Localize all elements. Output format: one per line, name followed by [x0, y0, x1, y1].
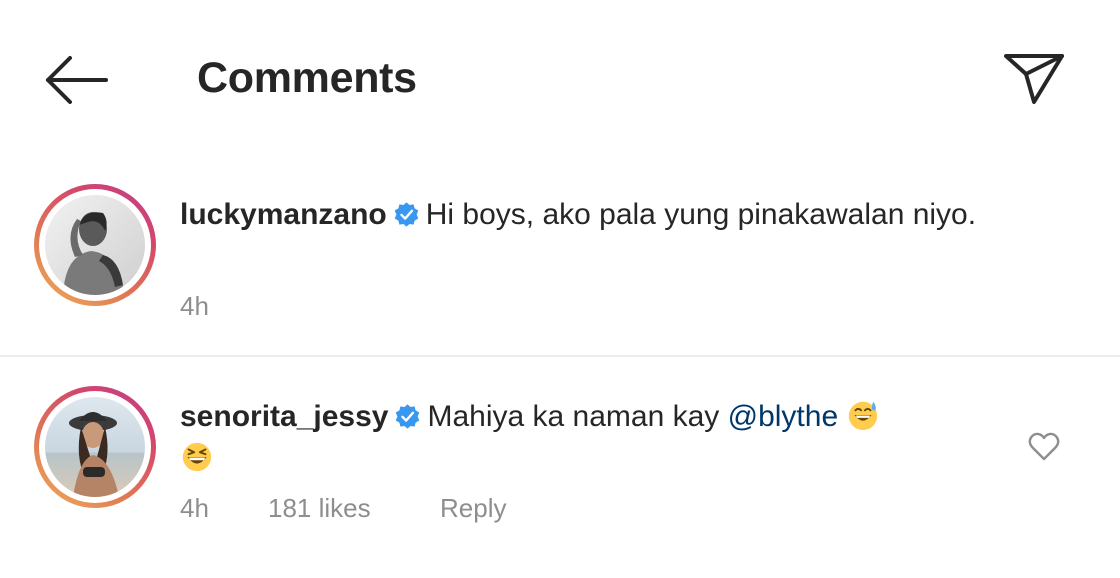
comment-timestamp: 4h — [180, 493, 209, 523]
comment-body: luckymanzano Hi boys, ako pala yung pina… — [180, 194, 1010, 236]
avatar-image — [45, 195, 145, 295]
comment-timestamp: 4h — [180, 291, 209, 321]
avatar-story-ring[interactable] — [34, 386, 156, 508]
grinning-squint-emoji-icon — [182, 442, 212, 472]
page-title: Comments — [197, 54, 417, 102]
avatar-story-ring[interactable] — [34, 184, 156, 306]
comment-body: senorita_jessy Mahiya ka naman kay @blyt… — [180, 396, 1010, 480]
comment-item: senorita_jessy Mahiya ka naman kay @blyt… — [0, 380, 1120, 578]
comment-meta: 4h — [180, 290, 209, 322]
mention-link[interactable]: @blythe — [728, 400, 839, 433]
comment-likes-count[interactable]: 181 likes — [268, 492, 371, 524]
like-button[interactable] — [1026, 428, 1062, 464]
verified-badge-icon — [394, 202, 419, 227]
comments-header: Comments — [0, 0, 1120, 160]
comment-username[interactable]: luckymanzano — [180, 198, 387, 231]
share-button[interactable] — [996, 44, 1068, 108]
grinning-sweat-emoji-icon — [849, 401, 878, 431]
divider — [0, 355, 1120, 357]
comment-meta: 4h 181 likes Reply — [180, 492, 506, 524]
comment-text: Mahiya ka naman kay — [427, 400, 728, 433]
paper-plane-icon — [1004, 54, 1064, 104]
arrow-left-icon — [46, 56, 108, 104]
reply-button[interactable]: Reply — [440, 492, 506, 524]
verified-badge-icon — [396, 404, 420, 429]
comment-text: Hi boys, ako pala yung pinakawalan niyo. — [425, 198, 977, 231]
avatar[interactable] — [45, 195, 145, 295]
heart-icon — [1028, 432, 1060, 461]
back-button[interactable] — [40, 48, 112, 112]
comment-username[interactable]: senorita_jessy — [180, 400, 388, 433]
avatar[interactable] — [45, 397, 145, 497]
avatar-image — [45, 397, 145, 497]
comment-item: luckymanzano Hi boys, ako pala yung pina… — [0, 178, 1120, 356]
